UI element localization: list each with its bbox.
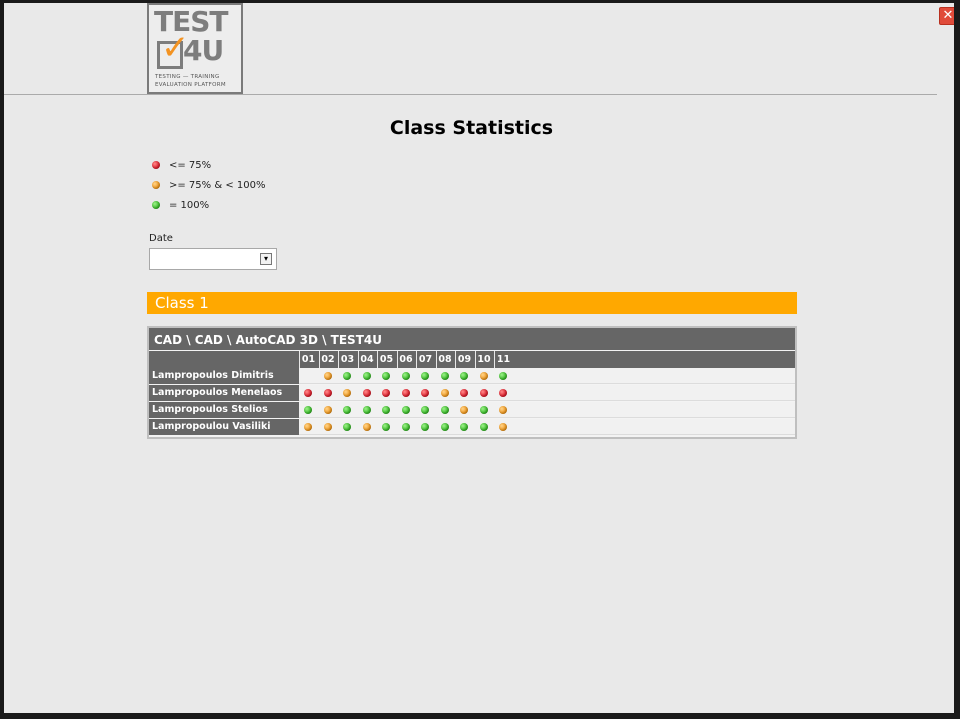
orange-status-dot-icon[interactable] — [499, 423, 507, 431]
green-status-dot-icon[interactable] — [401, 372, 410, 380]
close-icon: ✕ — [942, 8, 954, 23]
red-status-dot-icon[interactable] — [401, 389, 410, 397]
orange-status-dot-icon[interactable] — [343, 389, 351, 397]
green-status-dot-icon[interactable] — [440, 372, 449, 380]
course-path-header: CAD \ CAD \ AutoCAD 3D \ TEST4U — [149, 328, 795, 350]
legend-item-low: <= 75% — [152, 155, 265, 175]
green-status-dot-icon[interactable] — [343, 372, 351, 380]
column-header: 09 — [455, 351, 473, 368]
student-name[interactable]: Lampropoulos Stelios — [149, 402, 299, 418]
orange-status-dot-icon[interactable] — [362, 423, 371, 431]
green-status-dot-icon[interactable] — [382, 372, 390, 380]
date-label: Date — [149, 233, 173, 244]
column-header: 01 — [299, 351, 317, 368]
status-cells — [299, 385, 795, 401]
red-status-dot-icon[interactable] — [382, 389, 390, 397]
green-status-dot-icon[interactable] — [460, 423, 468, 431]
orange-status-dot-icon[interactable] — [323, 406, 332, 414]
legend-label-mid: >= 75% & < 100% — [169, 179, 266, 191]
column-header: 02 — [318, 351, 337, 368]
logo-tagline-line1: TESTING — TRAINING — [155, 74, 220, 80]
student-name[interactable]: Lampropoulos Dimitris — [149, 368, 299, 384]
orange-status-dot-icon[interactable] — [323, 372, 332, 380]
red-status-dot-icon[interactable] — [499, 389, 507, 397]
status-cells — [299, 368, 795, 384]
page-title: Class Statistics — [389, 117, 554, 139]
red-dot-icon — [152, 161, 160, 169]
red-status-dot-icon[interactable] — [460, 389, 468, 397]
class-section-header[interactable]: Class 1 — [147, 292, 797, 314]
green-status-dot-icon[interactable] — [304, 406, 312, 414]
red-status-dot-icon[interactable] — [323, 389, 332, 397]
column-header: 06 — [396, 351, 415, 368]
green-status-dot-icon[interactable] — [479, 423, 488, 431]
green-status-dot-icon[interactable] — [460, 372, 468, 380]
table-row: Lampropoulos Stelios — [149, 402, 795, 419]
orange-status-dot-icon[interactable] — [499, 406, 507, 414]
green-status-dot-icon[interactable] — [440, 406, 449, 414]
column-header: 07 — [416, 351, 434, 368]
green-status-dot-icon[interactable] — [382, 423, 390, 431]
green-status-dot-icon[interactable] — [421, 423, 429, 431]
legend-item-full: = 100% — [152, 195, 265, 215]
green-status-dot-icon[interactable] — [362, 372, 371, 380]
student-name[interactable]: Lampropoulos Menelaos — [149, 385, 299, 401]
red-status-dot-icon[interactable] — [304, 389, 312, 397]
red-status-dot-icon[interactable] — [479, 389, 488, 397]
orange-status-dot-icon[interactable] — [304, 423, 312, 431]
red-status-dot-icon[interactable] — [421, 389, 429, 397]
legend-label-full: = 100% — [169, 199, 210, 211]
logo-brand-bottom: 4U — [183, 34, 224, 67]
green-status-dot-icon[interactable] — [343, 423, 351, 431]
green-status-dot-icon[interactable] — [421, 372, 429, 380]
table-row: Lampropoulos Menelaos — [149, 385, 795, 402]
column-header: 08 — [435, 351, 454, 368]
orange-status-dot-icon[interactable] — [323, 423, 332, 431]
green-status-dot-icon[interactable] — [382, 406, 390, 414]
column-header-row: 01 02 03 04 05 06 07 08 09 10 11 — [149, 351, 795, 368]
header-divider — [4, 94, 937, 95]
green-status-dot-icon[interactable] — [479, 406, 488, 414]
column-header: 03 — [338, 351, 356, 368]
orange-status-dot-icon[interactable] — [460, 406, 468, 414]
chevron-down-icon[interactable]: ▾ — [260, 253, 272, 265]
close-button[interactable]: ✕ — [939, 7, 954, 25]
green-status-dot-icon[interactable] — [440, 423, 449, 431]
green-status-dot-icon[interactable] — [343, 406, 351, 414]
student-name[interactable]: Lampropoulou Vasiliki — [149, 419, 299, 435]
class-statistics-window: ✕ TEST ✓ 4U TESTING — TRAINING EVALUATIO… — [4, 3, 954, 713]
green-status-dot-icon[interactable] — [401, 406, 410, 414]
legend-label-low: <= 75% — [169, 159, 212, 171]
orange-dot-icon — [152, 181, 160, 189]
column-header: 10 — [474, 351, 493, 368]
logo-tagline-line2: EVALUATION PLATFORM — [155, 82, 226, 88]
column-header: 04 — [357, 351, 376, 368]
green-status-dot-icon[interactable] — [362, 406, 371, 414]
date-dropdown[interactable]: ▾ — [149, 248, 277, 270]
orange-status-dot-icon[interactable] — [440, 389, 449, 397]
legend-item-mid: >= 75% & < 100% — [152, 175, 265, 195]
legend: <= 75% >= 75% & < 100% = 100% — [152, 155, 265, 215]
green-status-dot-icon[interactable] — [401, 423, 410, 431]
column-header: 11 — [494, 351, 512, 368]
table-row: Lampropoulos Dimitris — [149, 368, 795, 385]
green-dot-icon — [152, 201, 160, 209]
status-cells — [299, 402, 795, 418]
table-row: Lampropoulou Vasiliki — [149, 419, 795, 436]
class-stats-table: CAD \ CAD \ AutoCAD 3D \ TEST4U 01 02 03 04… — [147, 326, 797, 439]
orange-status-dot-icon[interactable] — [479, 372, 488, 380]
red-status-dot-icon[interactable] — [362, 389, 371, 397]
green-status-dot-icon[interactable] — [499, 372, 507, 380]
logo-tagline: TESTING — TRAINING EVALUATION PLATFORM — [155, 73, 239, 89]
green-status-dot-icon[interactable] — [421, 406, 429, 414]
status-cells — [299, 419, 795, 435]
column-header: 05 — [377, 351, 395, 368]
test4u-logo: TEST ✓ 4U TESTING — TRAINING EVALUATION … — [147, 3, 243, 94]
